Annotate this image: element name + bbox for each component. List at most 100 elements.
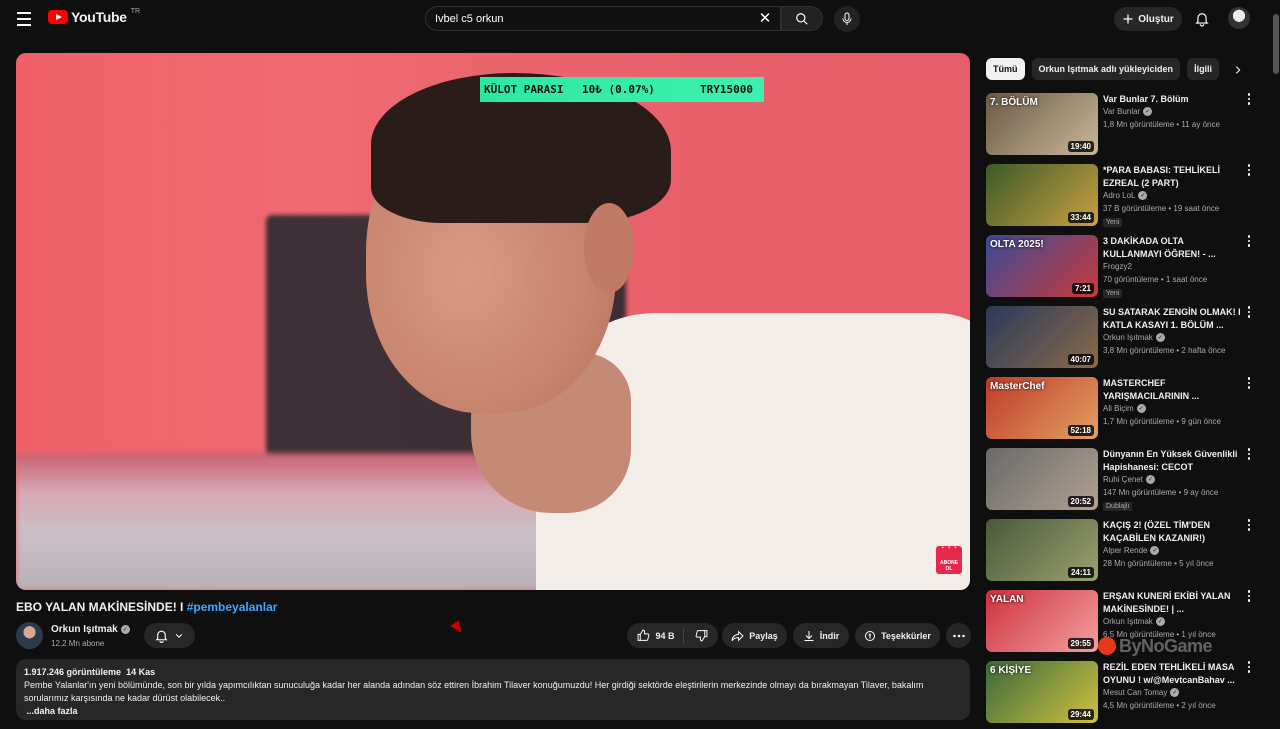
- description-text: Pembe Yalanlar'ın yeni bölümünde, son bi…: [24, 680, 924, 703]
- recommendation-menu-button[interactable]: [1244, 377, 1254, 393]
- guide-menu-button[interactable]: [12, 8, 36, 30]
- recommendation-title[interactable]: KAÇIŞ 2! (ÖZEL TİM'DEN KAÇABİLEN KAZANIR…: [1103, 519, 1243, 545]
- subscribe-watermark[interactable]: ABONE OL: [936, 541, 962, 574]
- chips-next-button[interactable]: [1228, 60, 1248, 80]
- dot: [1247, 661, 1251, 664]
- recommendation-menu-button[interactable]: [1244, 306, 1254, 322]
- more-actions-button[interactable]: [946, 623, 971, 648]
- create-button[interactable]: Oluştur: [1114, 7, 1182, 31]
- verified-icon: ✓: [1155, 333, 1165, 342]
- page-scrollbar[interactable]: [1272, 0, 1280, 720]
- verified-icon: ✓: [1146, 475, 1156, 484]
- recommendation-menu-button[interactable]: [1244, 519, 1254, 535]
- recommendation-channel[interactable]: Alper Rende ✓: [1103, 546, 1160, 555]
- youtube-logo[interactable]: YouTube TR: [48, 8, 140, 25]
- hashtag-link[interactable]: #pembeyalanlar: [187, 600, 278, 614]
- recommendation-meta: 1,7 Mn görüntüleme • 9 gün önce: [1103, 417, 1221, 426]
- recommendation-menu-button[interactable]: [1244, 93, 1254, 109]
- dot: [1247, 528, 1251, 531]
- recommendation-channel[interactable]: Mesut Can Tomay ✓: [1103, 688, 1180, 697]
- video-thumbnail[interactable]: YALAN 29:55: [986, 590, 1098, 652]
- channel-avatar[interactable]: [16, 622, 43, 649]
- search-button[interactable]: [781, 6, 823, 31]
- video-title-text: EBO YALAN MAKİNESİNDE! I: [16, 600, 187, 614]
- chip-related[interactable]: İlgili: [1187, 58, 1220, 80]
- masthead: YouTube TR ✕ Oluştur: [0, 0, 1280, 38]
- recommendation-item[interactable]: MasterChef 52:18 MASTERCHEF YARIŞMACILARIN…: [986, 374, 1260, 445]
- video-thumbnail[interactable]: 20:52: [986, 448, 1098, 510]
- recommendation-item[interactable]: 20:52 Dünyanın En Yüksek Güvenlikli Hapis…: [986, 445, 1260, 516]
- recommendation-channel[interactable]: Orkun Işıtmak ✓: [1103, 333, 1165, 342]
- scrollbar-thumb[interactable]: [1273, 14, 1279, 74]
- recommendation-item[interactable]: 33:44 *PARA BABASI: TEHLİKELİ EZREAL (2 P…: [986, 161, 1260, 232]
- recommendation-menu-button[interactable]: [1244, 661, 1254, 677]
- show-more-link[interactable]: ...daha fazla: [24, 705, 962, 718]
- video-thumbnail[interactable]: 40:07: [986, 306, 1098, 368]
- recommendation-title[interactable]: *PARA BABASI: TEHLİKELİ EZREAL (2 PART): [1103, 164, 1243, 190]
- clear-search-button[interactable]: ✕: [756, 10, 774, 28]
- recommendation-channel[interactable]: Var Bunlar ✓: [1103, 107, 1153, 116]
- recommendation-title[interactable]: MASTERCHEF YARIŞMACILARININ ...: [1103, 377, 1243, 403]
- recommendation-channel[interactable]: Orkun Işıtmak ✓: [1103, 617, 1165, 626]
- recommendation-channel[interactable]: Adro LoL ✓: [1103, 191, 1148, 200]
- thumbnail-text: MasterChef: [990, 381, 1045, 392]
- recommendation-item[interactable]: 40:07 SU SATARAK ZENGİN OLMAK! I KATLA KA…: [986, 303, 1260, 374]
- recommendation-channel[interactable]: Frogzy2: [1103, 262, 1132, 271]
- recommendation-title[interactable]: Var Bunlar 7. Bölüm: [1103, 93, 1243, 106]
- recommendation-meta: 1,8 Mn görüntüleme • 11 ay önce: [1103, 120, 1220, 129]
- recommendation-badge: Yeni: [1103, 289, 1123, 298]
- description-box[interactable]: 1.917.246 görüntüleme 14 Kas Pembe Yalan…: [16, 659, 970, 720]
- chip-all[interactable]: Tümü: [986, 58, 1025, 80]
- recommendation-menu-button[interactable]: [1244, 235, 1254, 251]
- video-thumbnail[interactable]: MasterChef 52:18: [986, 377, 1098, 439]
- subscribed-notifications-button[interactable]: [144, 623, 195, 648]
- verified-icon: ✓: [1170, 688, 1180, 697]
- thanks-label: Teşekkürler: [881, 630, 931, 641]
- video-thumbnail[interactable]: 6 KİŞİYE 29:44: [986, 661, 1098, 723]
- recommendation-item[interactable]: 6 KİŞİYE 29:44 REZİL EDEN TEHLİKELİ MASA O…: [986, 658, 1260, 729]
- video-thumbnail[interactable]: 7. BÖLÜM 19:40: [986, 93, 1098, 155]
- chip-from-uploader[interactable]: Orkun Işıtmak adlı yükleyiciden: [1031, 58, 1181, 80]
- upload-date: 14 Kas: [126, 667, 156, 677]
- chevron-down-icon: [175, 633, 183, 638]
- recommendation-list: 7. BÖLÜM 19:40 Var Bunlar 7. Bölüm Var Bunl…: [986, 90, 1260, 729]
- super-thanks-icon: [865, 630, 876, 641]
- verified-icon: ✓: [1138, 191, 1148, 200]
- recommendation-item[interactable]: OLTA 2025! 7:21 3 DAKİKADA OLTA KULLANMAYI…: [986, 232, 1260, 303]
- recommendation-meta: 37 B görüntüleme • 19 saat önce: [1103, 204, 1220, 213]
- like-button[interactable]: 94 B: [637, 627, 684, 644]
- notifications-button[interactable]: [1191, 8, 1213, 30]
- thanks-button[interactable]: Teşekkürler: [855, 623, 940, 648]
- recommendation-menu-button[interactable]: [1244, 590, 1254, 606]
- recommendation-channel[interactable]: Ali Biçim ✓: [1103, 404, 1146, 413]
- recommendation-meta: 147 Mn görüntüleme • 9 ay önce: [1103, 488, 1219, 497]
- view-count: 1.917.246 görüntüleme: [24, 667, 122, 677]
- recommendation-title[interactable]: REZİL EDEN TEHLİKELİ MASA OYUNU ! w/@Mev…: [1103, 661, 1243, 687]
- recommendation-title[interactable]: ERŞAN KUNERİ EKİBİ YALAN MAKİNESİNDE! | …: [1103, 590, 1243, 616]
- video-thumbnail[interactable]: 24:11: [986, 519, 1098, 581]
- voice-search-button[interactable]: [834, 6, 860, 32]
- recommendation-meta: 3,8 Mn görüntüleme • 2 hafta önce: [1103, 346, 1226, 355]
- video-thumbnail[interactable]: 33:44: [986, 164, 1098, 226]
- dislike-button[interactable]: [689, 629, 708, 642]
- share-button[interactable]: Paylaş: [722, 623, 787, 648]
- search-box: ✕: [425, 6, 781, 31]
- recommendation-title[interactable]: 3 DAKİKADA OLTA KULLANMAYI ÖĞREN! - ...: [1103, 235, 1243, 261]
- video-player[interactable]: KÜLOT PARASI 10₺ (0.07%) TRY15000 ABONE …: [16, 53, 970, 590]
- recommendation-menu-button[interactable]: [1244, 448, 1254, 464]
- search-input[interactable]: [426, 12, 746, 25]
- recommendation-menu-button[interactable]: [1244, 164, 1254, 180]
- duration-badge: 24:11: [1067, 567, 1094, 578]
- recommendation-title[interactable]: SU SATARAK ZENGİN OLMAK! I KATLA KASAYI …: [1103, 306, 1243, 332]
- recommendation-item[interactable]: 24:11 KAÇIŞ 2! (ÖZEL TİM'DEN KAÇABİLEN KA…: [986, 516, 1260, 587]
- ticker-label: KÜLOT PARASI: [484, 83, 564, 96]
- channel-name[interactable]: Orkun Işıtmak ✓: [51, 624, 130, 635]
- recommendation-title[interactable]: Dünyanın En Yüksek Güvenlikli Hapishanes…: [1103, 448, 1243, 474]
- recommendation-channel[interactable]: Ruhi Çenet ✓: [1103, 475, 1156, 484]
- dot: [1247, 102, 1251, 105]
- video-thumbnail[interactable]: OLTA 2025! 7:21: [986, 235, 1098, 297]
- thumbnail-text: OLTA 2025!: [990, 239, 1044, 250]
- recommendation-item[interactable]: 7. BÖLÜM 19:40 Var Bunlar 7. Bölüm Var Bunl…: [986, 90, 1260, 161]
- download-button[interactable]: İndir: [793, 623, 849, 648]
- account-avatar[interactable]: [1228, 7, 1250, 29]
